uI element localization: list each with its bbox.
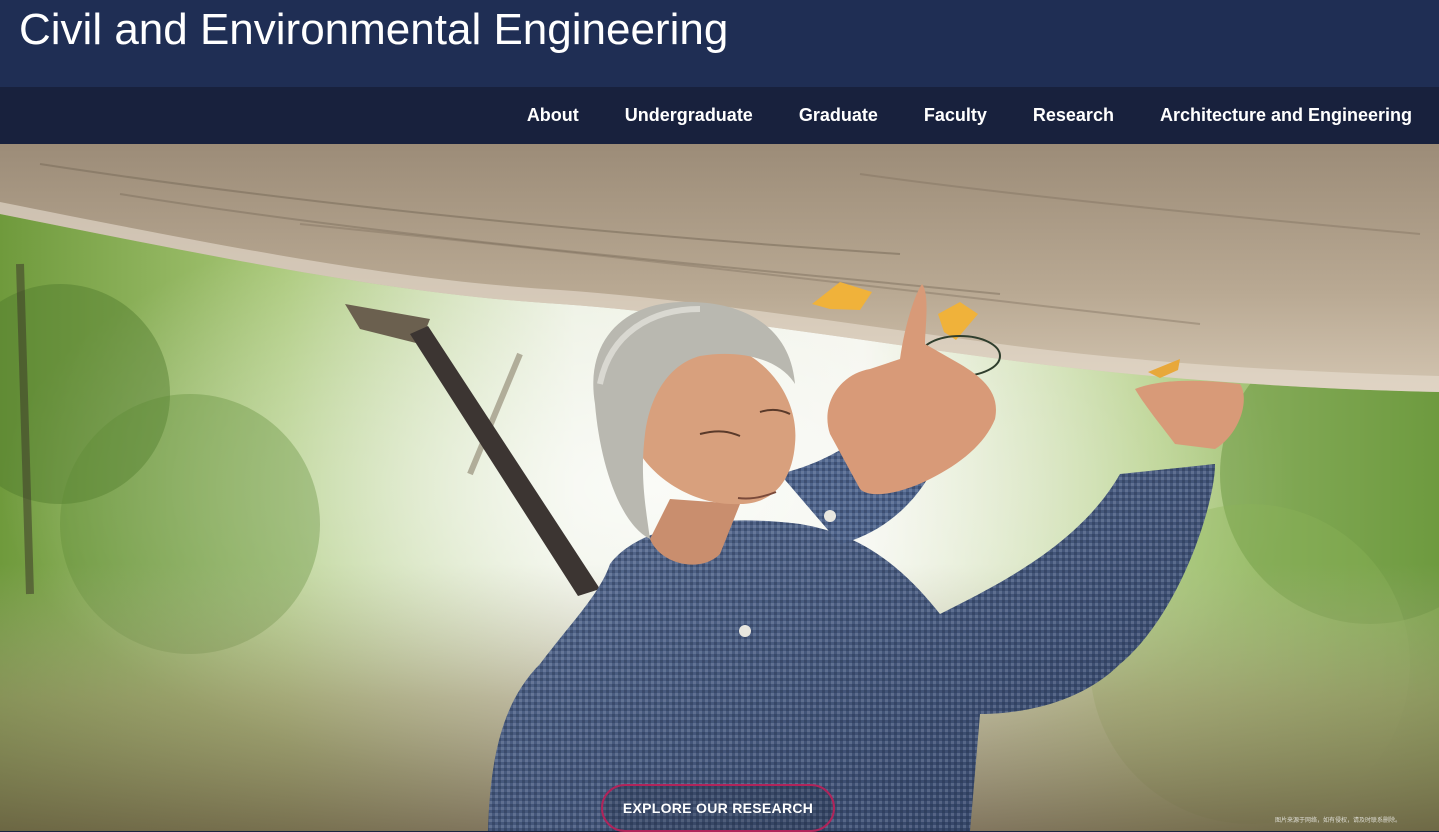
nav-list: About Undergraduate Graduate Faculty Res… bbox=[504, 87, 1435, 144]
main-navigation: About Undergraduate Graduate Faculty Res… bbox=[0, 87, 1439, 144]
site-title[interactable]: Civil and Environmental Engineering bbox=[19, 4, 728, 56]
nav-item-faculty[interactable]: Faculty bbox=[901, 87, 1010, 144]
nav-item-undergraduate[interactable]: Undergraduate bbox=[602, 87, 776, 144]
hero-banner bbox=[0, 144, 1439, 831]
image-watermark: 图片来源于网络，如有侵权，请及时联系删除。 bbox=[1274, 817, 1401, 824]
explore-research-button[interactable]: EXPLORE OUR RESEARCH bbox=[601, 784, 835, 832]
nav-item-research[interactable]: Research bbox=[1010, 87, 1137, 144]
nav-item-architecture-and-engineering[interactable]: Architecture and Engineering bbox=[1137, 87, 1435, 144]
site-header: Civil and Environmental Engineering bbox=[0, 0, 1439, 87]
nav-item-graduate[interactable]: Graduate bbox=[776, 87, 901, 144]
nav-item-about[interactable]: About bbox=[504, 87, 602, 144]
hero-photo bbox=[0, 144, 1439, 831]
